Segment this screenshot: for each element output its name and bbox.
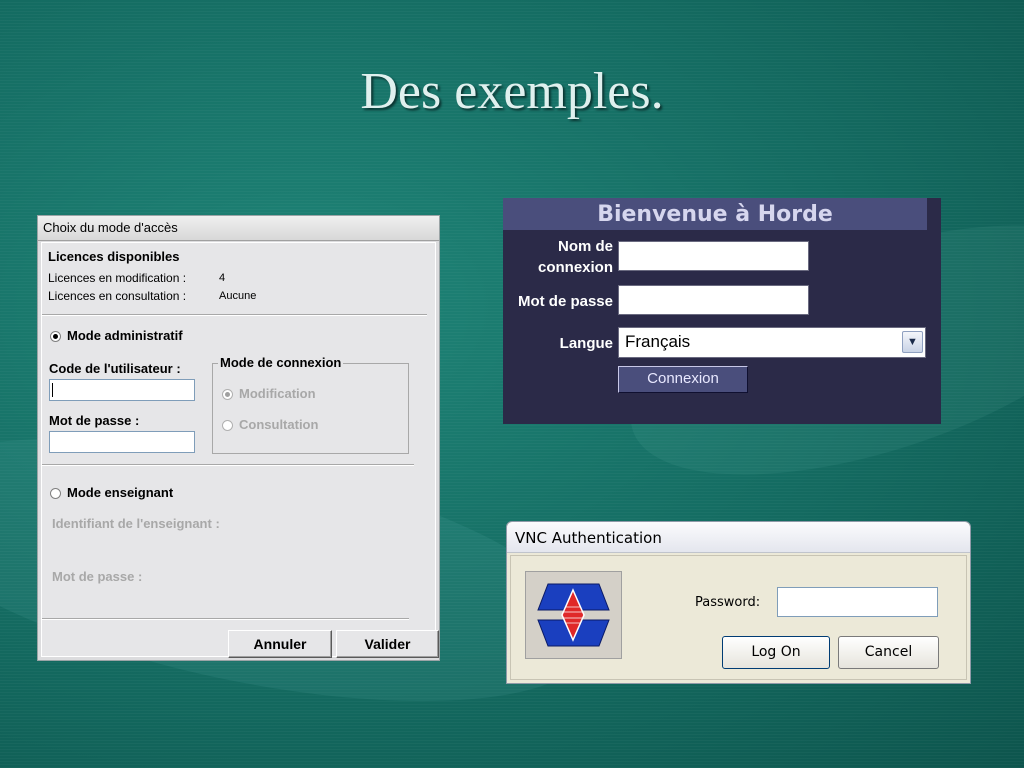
mot-de-passe-input[interactable] — [49, 431, 195, 453]
mode-connexion-group — [212, 363, 409, 454]
slide-title: Des exemples. — [360, 63, 664, 120]
nom-connexion-label: Nom de connexion — [503, 236, 613, 278]
annuler-button[interactable]: Annuler — [228, 630, 332, 658]
modification-radio[interactable]: Modification — [222, 386, 316, 401]
valider-button[interactable]: Valider — [336, 630, 439, 658]
modification-label: Modification — [239, 386, 316, 401]
nom-connexion-input[interactable] — [618, 241, 809, 271]
licences-heading: Licences disponibles — [48, 249, 180, 264]
cancel-button[interactable]: Cancel — [838, 636, 939, 669]
divider — [42, 314, 427, 316]
code-utilisateur-input[interactable] — [49, 379, 195, 401]
identifiant-enseignant-label: Identifiant de l'enseignant : — [52, 516, 220, 531]
dialog-title: Choix du mode d'accès — [38, 216, 439, 241]
password-input[interactable] — [777, 587, 938, 617]
consultation-label: Consultation — [239, 417, 319, 432]
mode-enseignant-label: Mode enseignant — [67, 485, 174, 500]
radio-empty-icon — [50, 488, 61, 500]
radio-selected-icon — [50, 331, 61, 343]
vnc-auth-dialog: VNC Authentication Password: Log On Canc… — [506, 521, 971, 684]
mot-de-passe-label: Mot de passe : — [49, 413, 140, 428]
password-label: Password: — [695, 595, 761, 610]
access-mode-dialog: Choix du mode d'accès Licences disponibl… — [37, 215, 440, 661]
chevron-down-icon[interactable]: ▼ — [902, 331, 923, 353]
mode-admin-radio[interactable]: Mode administratif — [50, 328, 183, 343]
mode-enseignant-radio[interactable]: Mode enseignant — [50, 485, 173, 500]
langue-label: Langue — [559, 335, 613, 352]
vnc-title: VNC Authentication — [507, 522, 970, 553]
licences-consult-label: Licences en consultation : — [48, 289, 187, 303]
divider — [42, 618, 409, 620]
langue-select[interactable]: Français ▼ — [618, 327, 926, 358]
consultation-radio[interactable]: Consultation — [222, 417, 318, 432]
vnc-body: Password: Log On Cancel — [510, 555, 967, 680]
licences-consult-value: Aucune — [219, 290, 257, 302]
horde-header: Bienvenue à Horde — [503, 198, 927, 230]
nom-connexion-line1: Nom de — [557, 238, 613, 255]
radio-selected-icon — [222, 389, 233, 401]
connexion-button[interactable]: Connexion — [618, 366, 748, 393]
mode-admin-label: Mode administratif — [67, 328, 183, 343]
vnc-logo-icon — [525, 571, 622, 659]
nom-connexion-line2: connexion — [537, 259, 613, 276]
licences-modif-label: Licences en modification : — [48, 271, 187, 285]
horde-login-panel: Bienvenue à Horde Nom de connexion Mot d… — [503, 198, 941, 424]
licences-modif-value: 4 — [219, 272, 226, 284]
dialog-body: Licences disponibles Licences en modific… — [41, 242, 439, 658]
log-on-button[interactable]: Log On — [722, 636, 830, 669]
mode-connexion-label: Mode de connexion — [218, 355, 344, 370]
mot-de-passe-label: Mot de passe — [517, 293, 613, 310]
divider — [42, 464, 414, 466]
radio-empty-icon — [222, 420, 233, 432]
langue-value: Français — [625, 332, 691, 351]
text-cursor — [52, 383, 53, 397]
code-utilisateur-label: Code de l'utilisateur : — [49, 361, 181, 376]
mot-de-passe-input[interactable] — [618, 285, 809, 315]
mot-de-passe-enseignant-label: Mot de passe : — [52, 569, 143, 584]
